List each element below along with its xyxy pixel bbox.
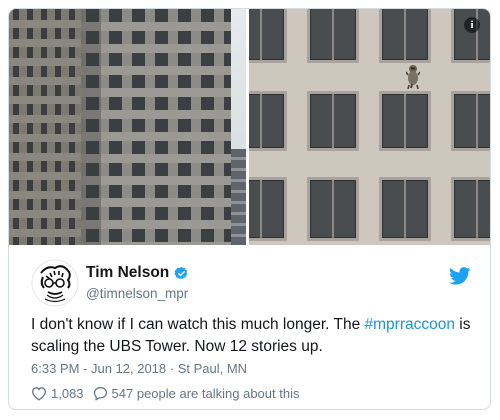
embedded-tweet-card[interactable]: i Tim Nelson @timnelson_mpr I don't know… [8,8,491,410]
facade-windows [249,9,490,245]
foreground-tower-floors [81,9,231,245]
handle[interactable]: @timnelson_mpr [86,286,188,301]
speech-bubble-icon [93,386,107,401]
meta-separator: · [166,361,178,376]
facade-window [379,9,431,63]
tweet-text-part: I don't know if I can watch this much lo… [31,316,365,333]
hashtag-link[interactable]: #mprraccoon [365,316,455,333]
facade-window [451,91,490,151]
media-photo-towers[interactable] [9,9,246,245]
facade-window [307,177,359,241]
heart-icon [31,387,47,401]
facade-window [451,177,490,241]
tweet-text: I don't know if I can watch this much lo… [31,314,481,358]
timestamp-link[interactable]: 6:33 PM - Jun 12, 2018 [31,361,166,376]
name-line: Tim Nelson [86,264,189,282]
talking-count: 547 people are talking about this [111,386,300,401]
like-button[interactable]: 1,083 [31,386,84,401]
facade-window [379,177,431,241]
location-link[interactable]: St Paul, MN [178,361,247,376]
facade-window [307,9,359,63]
conversation-link[interactable]: 547 people are talking about this [93,386,300,401]
twitter-bird-icon[interactable] [449,267,471,285]
like-count: 1,083 [51,386,84,401]
tweet-actions: 1,083 547 people are talking about this [31,386,308,401]
facade-window [379,91,431,151]
info-icon[interactable]: i [464,17,480,33]
tower-shadow [81,9,101,245]
raccoon [406,65,420,89]
facade-window [249,91,287,151]
tweet-media[interactable]: i [9,9,490,245]
facade-window [307,91,359,151]
tweet-meta: 6:33 PM - Jun 12, 2018 · St Paul, MN [31,361,247,376]
verified-badge-icon [174,266,188,279]
facade-window [249,177,287,241]
avatar-sketch-icon [31,259,79,307]
tweet-author: Tim Nelson @timnelson_mpr [31,259,471,309]
distant-building-windows [231,149,246,245]
media-photo-raccoon[interactable]: i [249,9,490,245]
facade-window [249,9,287,63]
display-name[interactable]: Tim Nelson [86,264,169,282]
avatar[interactable] [31,259,79,307]
